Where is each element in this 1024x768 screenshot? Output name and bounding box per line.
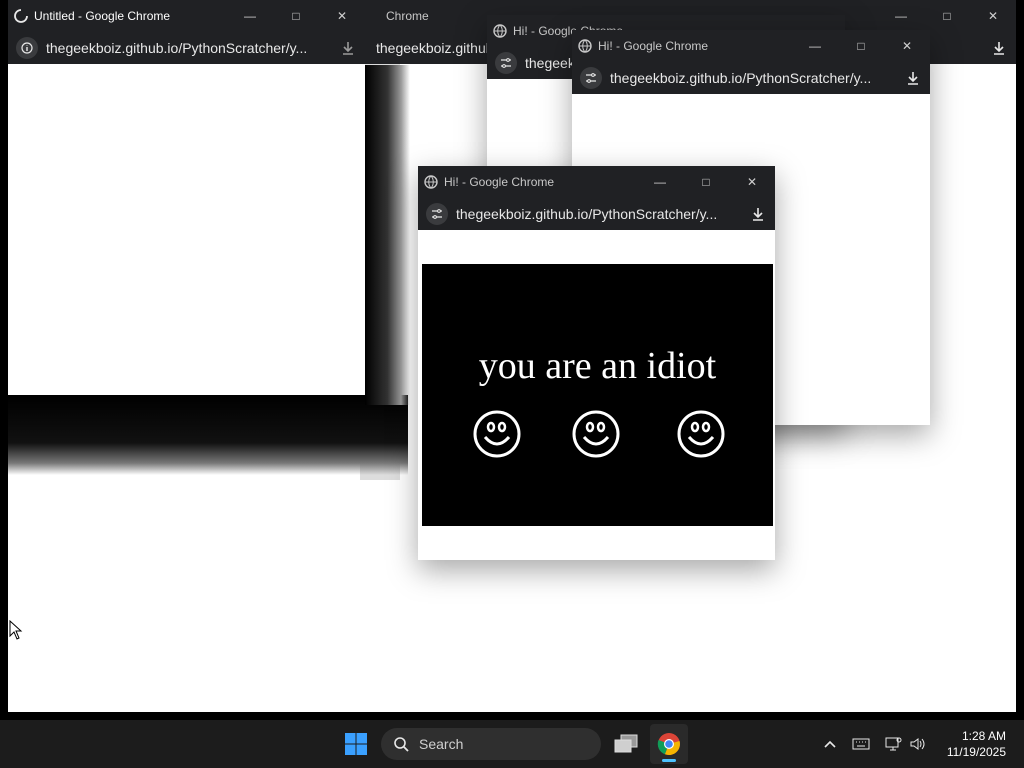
- taskbar-search[interactable]: Search: [381, 728, 601, 760]
- download-icon[interactable]: [982, 40, 1016, 56]
- idiot-message: you are an idiot: [478, 345, 717, 387]
- download-icon[interactable]: [896, 70, 930, 86]
- minimize-icon[interactable]: —: [792, 30, 838, 62]
- address-text[interactable]: thegeekboiz.github.io/PythonScratcher/y.…: [610, 70, 896, 86]
- window-title: Hi! - Google Chrome: [598, 39, 709, 53]
- search-icon: [394, 737, 409, 752]
- active-indicator: [662, 759, 676, 762]
- browser-window-front[interactable]: Hi! - Google Chrome — □ ✕ thegeekboiz.gi…: [418, 166, 775, 560]
- close-icon[interactable]: ✕: [970, 0, 1016, 32]
- window-drag-trail: [8, 395, 408, 475]
- clock[interactable]: 1:28 AM 11/19/2025: [947, 728, 1006, 760]
- site-settings-icon[interactable]: [580, 67, 602, 89]
- network-icon[interactable]: [881, 732, 905, 756]
- browser-window-untitled[interactable]: Untitled - Google Chrome — □ ✕ thegeekbo…: [8, 0, 365, 395]
- search-label: Search: [419, 736, 464, 752]
- windows-start-icon[interactable]: [340, 728, 372, 760]
- address-text[interactable]: thegeekboiz.github.io/PythonScratcher/y.…: [456, 206, 741, 222]
- clock-date: 11/19/2025: [946, 745, 1006, 759]
- address-bar[interactable]: thegeekboiz.github.io/PythonScratcher/y.…: [8, 32, 365, 64]
- maximize-icon[interactable]: □: [273, 0, 319, 32]
- clock-time: 1:28 AM: [961, 729, 1006, 743]
- title-bar[interactable]: Hi! - Google Chrome — □ ✕: [418, 166, 775, 198]
- maximize-icon[interactable]: □: [924, 0, 970, 32]
- screen-border-right: [1016, 0, 1024, 720]
- smiley-face-icon: [572, 410, 620, 458]
- minimize-icon[interactable]: —: [227, 0, 273, 32]
- chevron-up-icon[interactable]: [818, 732, 842, 756]
- close-icon[interactable]: ✕: [319, 0, 365, 32]
- screen-border-left: [0, 0, 8, 720]
- keyboard-icon[interactable]: [849, 732, 873, 756]
- task-view-icon[interactable]: [610, 728, 642, 760]
- smiley-face-icon: [473, 410, 521, 458]
- title-bar[interactable]: Untitled - Google Chrome — □ ✕: [8, 0, 365, 32]
- address-text[interactable]: thegeekboiz.github.io/PythonScratcher/y.…: [46, 40, 331, 56]
- maximize-icon[interactable]: □: [683, 166, 729, 198]
- maximize-icon[interactable]: □: [838, 30, 884, 62]
- minimize-icon[interactable]: —: [637, 166, 683, 198]
- globe-icon: [424, 175, 438, 189]
- site-settings-icon[interactable]: [426, 203, 448, 225]
- page-content: [8, 64, 365, 395]
- address-bar[interactable]: thegeekboiz.github.io/PythonScratcher/y.…: [572, 62, 930, 94]
- chrome-icon[interactable]: [650, 724, 688, 764]
- close-icon[interactable]: ✕: [729, 166, 775, 198]
- idiot-banner: you are an idiot: [422, 264, 773, 526]
- site-settings-icon[interactable]: [495, 52, 517, 74]
- title-bar[interactable]: Hi! - Google Chrome — □ ✕: [572, 30, 930, 62]
- loading-spinner-icon: [14, 9, 28, 23]
- globe-icon: [493, 24, 507, 38]
- info-icon[interactable]: [16, 37, 38, 59]
- globe-icon: [578, 39, 592, 53]
- close-icon[interactable]: ✕: [884, 30, 930, 62]
- download-icon[interactable]: [331, 40, 365, 56]
- address-bar[interactable]: thegeekboiz.github.io/PythonScratcher/y.…: [418, 198, 775, 230]
- window-title: Untitled - Google Chrome: [34, 9, 171, 23]
- window-drag-trail-side: [365, 65, 410, 405]
- cursor-icon: [9, 620, 23, 640]
- minimize-icon[interactable]: —: [878, 0, 924, 32]
- page-content: you are an idiot: [418, 230, 775, 560]
- smiley-face-icon: [677, 410, 725, 458]
- window-title: Hi! - Google Chrome: [444, 175, 555, 189]
- volume-icon[interactable]: [906, 732, 930, 756]
- download-icon[interactable]: [741, 206, 775, 222]
- screen-border-bottom: [0, 712, 1024, 720]
